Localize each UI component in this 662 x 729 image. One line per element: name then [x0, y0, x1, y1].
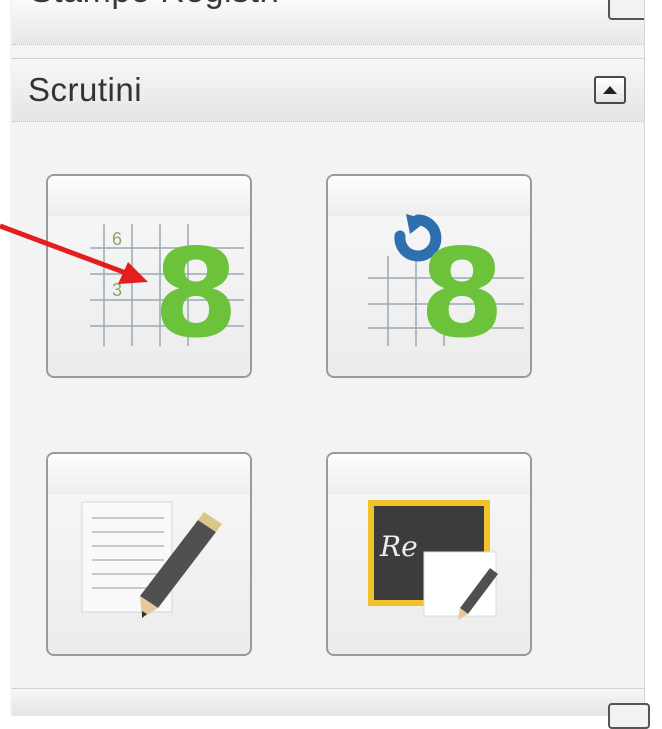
big-digit-8: 8: [420, 223, 505, 365]
collapse-button[interactable]: [594, 76, 626, 104]
big-digit-8: 8: [154, 223, 239, 365]
section-title-scrutini: Scrutini: [28, 71, 143, 108]
notes-pencil-icon: [81, 501, 222, 618]
grade-eight-grid-icon: 6 3 8: [90, 223, 244, 365]
triangle-up-icon: [603, 86, 617, 94]
scrollbar-track[interactable]: [644, 0, 662, 715]
section-header-scrutini[interactable]: Scrutini: [12, 58, 644, 122]
tile-scrutinio-voti[interactable]: 6 3 8: [46, 174, 252, 378]
section-title-stampe: Stampe Registri: [30, 0, 279, 11]
grade-eight-refresh-icon: 8: [368, 214, 524, 365]
grid-number-3: 3: [112, 280, 122, 300]
tile-ricalcola-voti[interactable]: 8: [326, 174, 532, 378]
collapse-button-next[interactable]: [608, 703, 650, 729]
app-window: Stampe Registri Scrutini: [0, 0, 662, 729]
section-header-stampe[interactable]: Stampe Registri: [12, 0, 644, 45]
blackboard-pencil-icon: Re: [368, 500, 498, 620]
section-header-next[interactable]: [12, 688, 650, 729]
section-body-scrutini: 6 3 8 8 Re: [12, 130, 644, 685]
tile-verbale-scrutinio[interactable]: Re: [326, 452, 532, 656]
tile-note-scrutinio[interactable]: [46, 452, 252, 656]
board-text: Re: [379, 530, 418, 563]
collapse-button-stampe[interactable]: [608, 0, 644, 20]
grid-number-6: 6: [112, 229, 122, 249]
